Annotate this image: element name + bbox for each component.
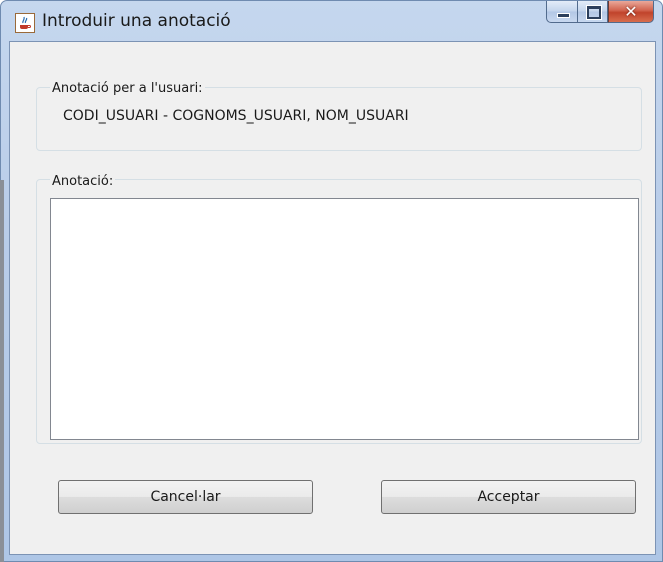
window-title: Introduir una anotació	[42, 11, 231, 31]
accept-button[interactable]: Acceptar	[381, 480, 636, 514]
minimize-button[interactable]	[546, 1, 577, 23]
java-coffee-icon[interactable]	[15, 13, 35, 33]
title-bar[interactable]: Introduir una anotació ✕	[1, 1, 662, 41]
cancel-button[interactable]: Cancel·lar	[58, 480, 313, 514]
maximize-button[interactable]	[577, 1, 608, 23]
minimize-icon	[557, 13, 570, 18]
user-group-title: Anotació per a l'usuari:	[50, 81, 205, 96]
close-button[interactable]: ✕	[608, 1, 654, 23]
note-textarea[interactable]	[50, 198, 639, 440]
background-strip	[0, 180, 4, 562]
close-icon: ✕	[624, 2, 638, 21]
user-value: CODI_USUARI - COGNOMS_USUARI, NOM_USUARI	[63, 108, 409, 124]
note-group-title: Anotació:	[50, 174, 116, 189]
maximize-icon	[587, 6, 601, 19]
caption-buttons: ✕	[546, 1, 654, 24]
